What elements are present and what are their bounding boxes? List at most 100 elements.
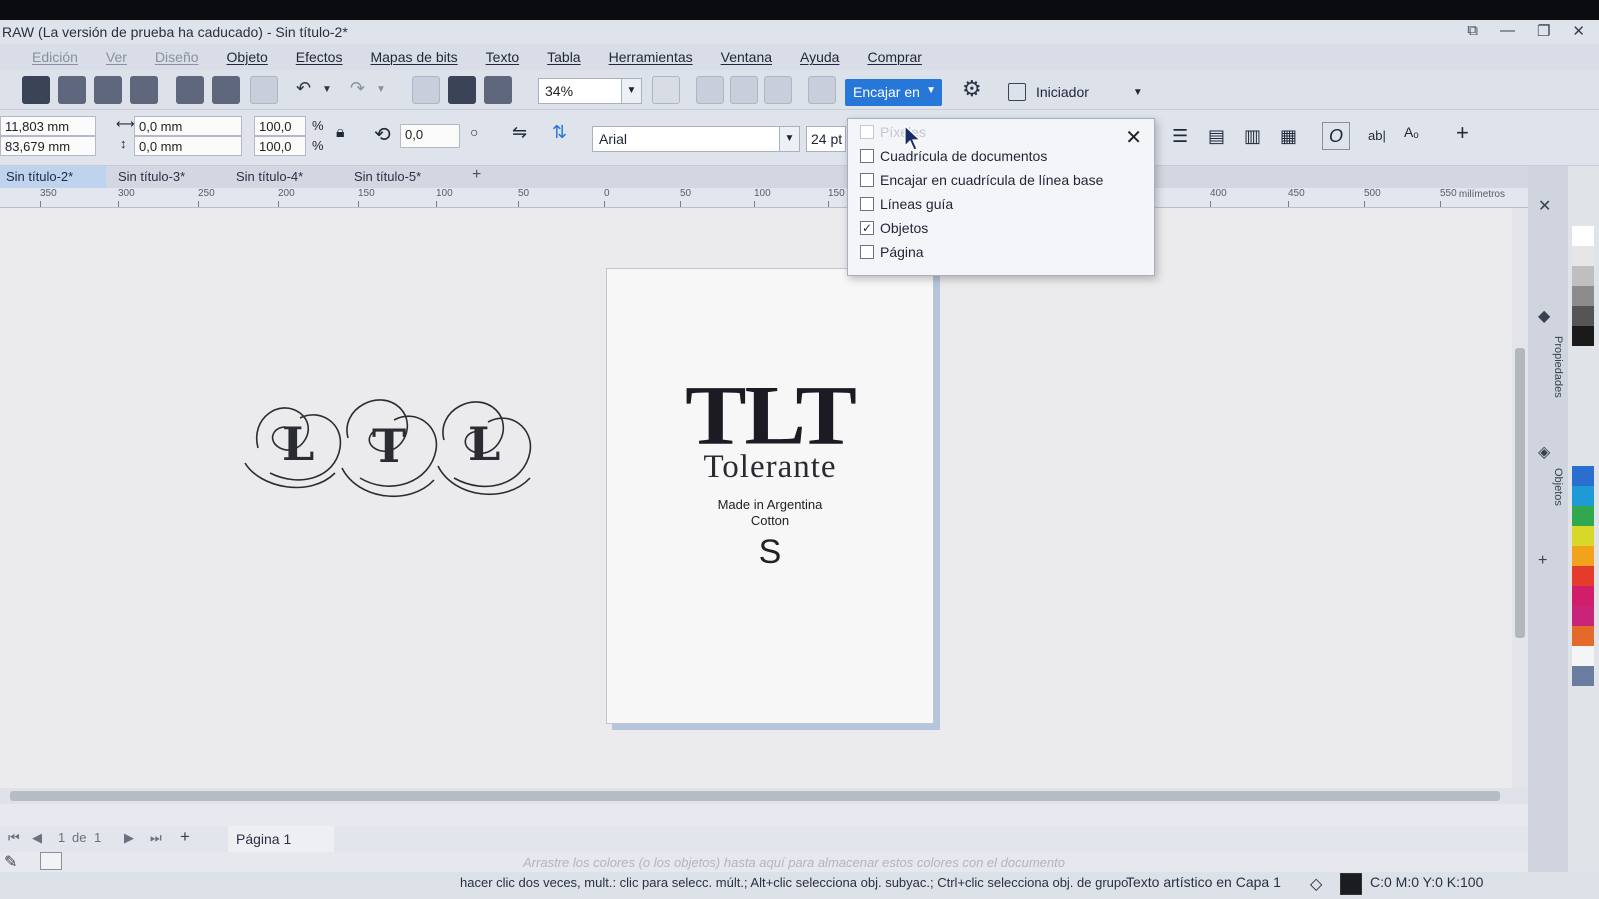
snap-option-document-grid[interactable]: Cuadrícula de documentos	[860, 145, 1047, 167]
checkbox[interactable]	[860, 197, 874, 211]
publish-pdf-button[interactable]	[484, 76, 512, 104]
bullet-list-icon[interactable]: ☰	[1172, 126, 1188, 147]
guidelines-button[interactable]	[764, 76, 792, 104]
launcher-dropdown-icon[interactable]: ▼	[1133, 87, 1143, 98]
menu-bitmaps[interactable]: Mapas de bits	[356, 49, 471, 65]
menu-object[interactable]: Objeto	[213, 49, 282, 65]
eyedropper-icon[interactable]: ✎	[4, 852, 17, 872]
properties-icon[interactable]: ◆	[1538, 306, 1550, 326]
gear-icon[interactable]: ⚙	[962, 76, 982, 102]
font-family-input[interactable]: Arial	[592, 126, 780, 152]
redo-dropdown-icon[interactable]: ▼	[376, 84, 386, 95]
close-icon[interactable]: ✕	[1572, 22, 1585, 40]
last-page-icon[interactable]: ⏭	[150, 830, 162, 846]
tab-sin-titulo-2[interactable]: Sin título-2*	[0, 166, 106, 188]
position-x-field[interactable]: 11,803 mm	[0, 116, 96, 136]
menu-edit[interactable]: Edición	[18, 49, 92, 65]
grid-button[interactable]	[730, 76, 758, 104]
launcher-button[interactable]: Iniciador ▼	[1008, 79, 1143, 105]
objects-icon[interactable]: ◈	[1538, 442, 1550, 462]
menu-view[interactable]: Ver	[92, 49, 141, 65]
checkbox-checked[interactable]: ✓	[860, 221, 874, 235]
checkbox[interactable]	[860, 173, 874, 187]
horizontal-scrollbar[interactable]	[0, 788, 1528, 804]
page-tab[interactable]: Página 1	[228, 826, 334, 852]
full-screen-button[interactable]	[652, 76, 680, 104]
checkbox[interactable]	[860, 149, 874, 163]
palette-swatch[interactable]	[1572, 466, 1594, 486]
position-y-field[interactable]: 83,679 mm	[0, 136, 96, 156]
palette-swatch[interactable]	[1572, 286, 1594, 306]
palette-swatch[interactable]	[1572, 566, 1594, 586]
add-docker-icon[interactable]: +	[1538, 552, 1547, 570]
palette-swatch[interactable]	[1572, 666, 1594, 686]
text-properties-icon[interactable]: O	[1322, 122, 1350, 150]
font-dropdown-icon[interactable]: ▼	[780, 126, 800, 152]
ornamental-monogram[interactable]: L T L	[240, 378, 540, 508]
palette-swatch[interactable]	[1572, 246, 1594, 266]
palette-swatch[interactable]	[1572, 226, 1594, 246]
palette-swatch[interactable]	[1572, 306, 1594, 326]
add-tab-icon[interactable]: +	[472, 166, 481, 184]
snap-option-baseline-grid[interactable]: Encajar en cuadrícula de línea base	[860, 169, 1103, 191]
snap-off-button[interactable]	[808, 76, 836, 104]
lock-ratio-icon[interactable]: 🔒︎	[336, 124, 345, 142]
brand-logo-text[interactable]: TLT	[607, 373, 933, 458]
undo-dropdown-icon[interactable]: ▼	[322, 84, 332, 95]
cut-button[interactable]	[176, 76, 204, 104]
undo-icon[interactable]: ↶	[296, 78, 311, 99]
palette-swatch[interactable]	[1572, 586, 1594, 606]
add-page-icon[interactable]: +	[180, 827, 190, 847]
checkbox[interactable]	[860, 245, 874, 259]
print-button[interactable]	[130, 76, 158, 104]
vertical-scroll-thumb[interactable]	[1515, 348, 1525, 638]
tab-sin-titulo-3[interactable]: Sin título-3*	[112, 166, 191, 188]
no-color-swatch[interactable]	[40, 852, 62, 870]
origin-text[interactable]: Made in Argentina	[607, 497, 933, 512]
vertical-scrollbar[interactable]	[1512, 208, 1528, 788]
new-document-button[interactable]	[22, 76, 50, 104]
rulers-button[interactable]	[696, 76, 724, 104]
size-text[interactable]: S	[607, 533, 933, 572]
checkbox[interactable]	[860, 125, 874, 139]
scale-height-field[interactable]: 100,0	[254, 136, 306, 156]
height-field[interactable]: 0,0 mm	[134, 136, 242, 156]
next-page-icon[interactable]: ▶	[124, 830, 134, 846]
font-size-input[interactable]: 24 pt	[806, 126, 846, 152]
indent-icon[interactable]: ▥	[1244, 126, 1261, 147]
menu-effects[interactable]: Efectos	[282, 49, 357, 65]
menu-window[interactable]: Ventana	[707, 49, 786, 65]
menu-tools[interactable]: Herramientas	[595, 49, 707, 65]
close-icon[interactable]: ✕	[1125, 125, 1142, 150]
edit-text-icon[interactable]: ab|	[1368, 128, 1386, 143]
outdent-icon[interactable]: ▦	[1280, 126, 1297, 147]
menu-help[interactable]: Ayuda	[786, 49, 853, 65]
mirror-horizontal-icon[interactable]: ⇋	[512, 122, 527, 143]
zoom-level-input[interactable]: 34%	[538, 78, 622, 104]
add-icon[interactable]: +	[1456, 120, 1469, 146]
text-orientation-icon[interactable]: Aₒ	[1404, 124, 1419, 140]
tab-sin-titulo-4[interactable]: Sin título-4*	[230, 166, 309, 188]
import-button[interactable]	[412, 76, 440, 104]
material-text[interactable]: Cotton	[607, 513, 933, 528]
snap-option-objects[interactable]: ✓ Objetos	[860, 217, 928, 239]
close-docker-icon[interactable]: ✕	[1538, 196, 1551, 216]
paste-button[interactable]	[250, 76, 278, 104]
export-button[interactable]	[448, 76, 476, 104]
minimize-icon[interactable]: —	[1500, 22, 1515, 40]
first-page-icon[interactable]: ⏮	[8, 830, 20, 846]
restore-icon[interactable]: ⧉	[1467, 22, 1478, 40]
previous-page-icon[interactable]: ◀	[32, 830, 42, 846]
copy-button[interactable]	[212, 76, 240, 104]
palette-swatch[interactable]	[1572, 486, 1594, 506]
zoom-dropdown-icon[interactable]: ▼	[622, 78, 642, 104]
drawing-canvas[interactable]: L T L TLT Tolerante Made in Argentina Co…	[0, 208, 1528, 788]
mirror-vertical-icon[interactable]: ⇅	[552, 122, 567, 143]
docker-tab-objects[interactable]: Objetos	[1532, 468, 1564, 528]
maximize-icon[interactable]: ❐	[1537, 22, 1550, 40]
fill-color-swatch[interactable]	[1340, 873, 1362, 895]
brand-name-text[interactable]: Tolerante	[607, 449, 933, 486]
palette-swatch[interactable]	[1572, 546, 1594, 566]
menu-text[interactable]: Texto	[472, 49, 533, 65]
menu-buy[interactable]: Comprar	[853, 49, 935, 65]
